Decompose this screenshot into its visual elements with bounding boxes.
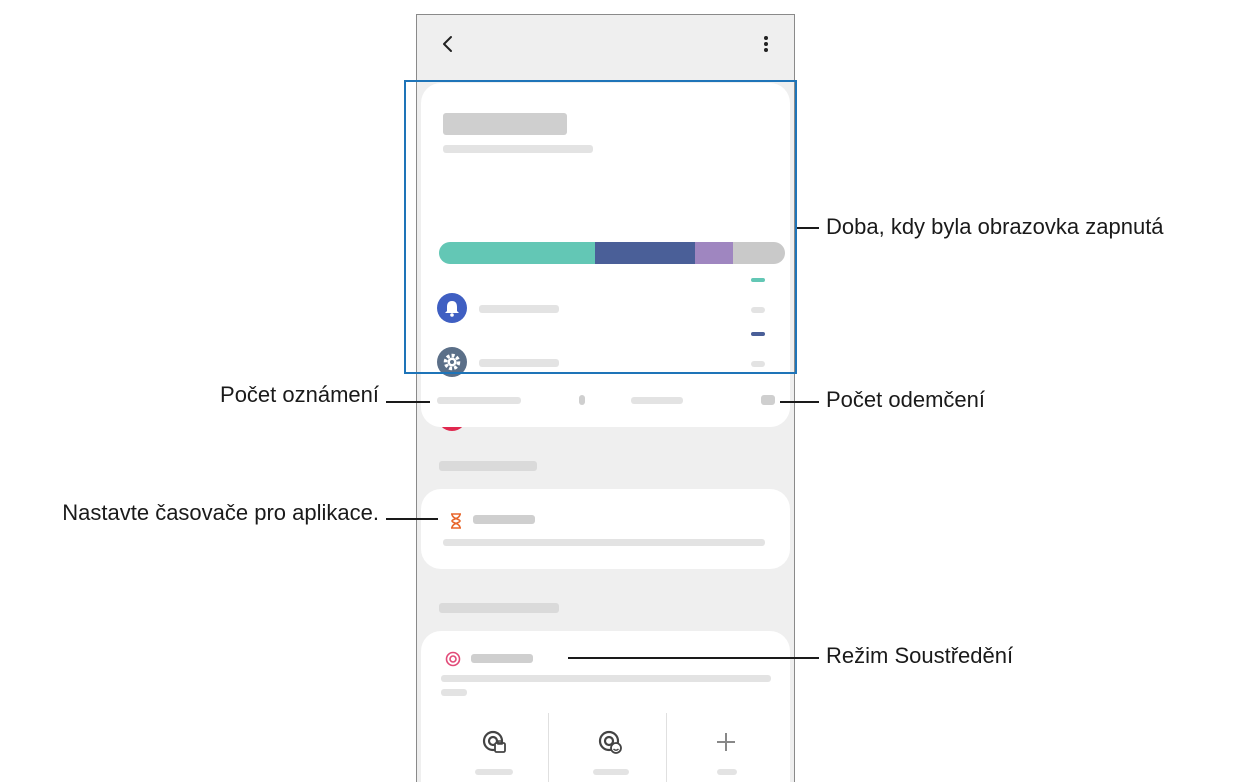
top-bar xyxy=(417,15,794,75)
callout-unlocks: Počet odemčení xyxy=(826,387,985,412)
app-timers-card[interactable] xyxy=(421,489,790,569)
callout-app-timers: Nastavte časovače pro aplikace. xyxy=(62,500,379,525)
more-options-button[interactable] xyxy=(756,31,776,57)
focus-mode-description xyxy=(441,689,467,696)
mode-label xyxy=(475,769,513,775)
chevron-left-icon xyxy=(443,36,452,52)
work-mode-button[interactable] xyxy=(439,723,549,782)
callout-screen-time: Doba, kdy byla obrazovka zapnutá xyxy=(826,214,1164,239)
goals-section-label xyxy=(439,461,537,471)
callout-line xyxy=(386,401,430,403)
more-vertical-icon xyxy=(764,36,768,52)
app-timers-title xyxy=(473,515,535,524)
stats-row xyxy=(421,377,790,427)
focus-mode-description xyxy=(441,675,771,682)
back-button[interactable] xyxy=(435,31,461,57)
hourglass-icon xyxy=(451,513,461,529)
target-icon xyxy=(445,651,461,667)
focus-mode-card[interactable] xyxy=(421,631,790,782)
focus-mode-title xyxy=(471,654,533,663)
unlocks-count xyxy=(761,395,775,405)
callout-notifications: Počet oznámení xyxy=(220,382,379,407)
relax-mode-icon xyxy=(598,730,622,754)
callout-line xyxy=(797,227,819,229)
mode-label xyxy=(717,769,737,775)
unlocks-label xyxy=(631,397,683,404)
callout-line xyxy=(780,401,819,403)
divider xyxy=(666,713,667,782)
app-timers-description xyxy=(443,539,765,546)
callout-line xyxy=(386,518,438,520)
disconnect-section-label xyxy=(439,603,559,613)
callout-focus-mode: Režim Soustředění xyxy=(826,643,1014,668)
plus-icon xyxy=(717,733,735,751)
work-mode-icon xyxy=(482,730,506,753)
notifications-count xyxy=(579,395,585,405)
notifications-label xyxy=(437,397,521,404)
mode-label xyxy=(593,769,629,775)
relax-mode-button[interactable] xyxy=(553,723,663,782)
callout-line xyxy=(568,657,819,659)
screen-time-highlight xyxy=(404,80,797,374)
add-mode-button[interactable] xyxy=(671,723,781,782)
